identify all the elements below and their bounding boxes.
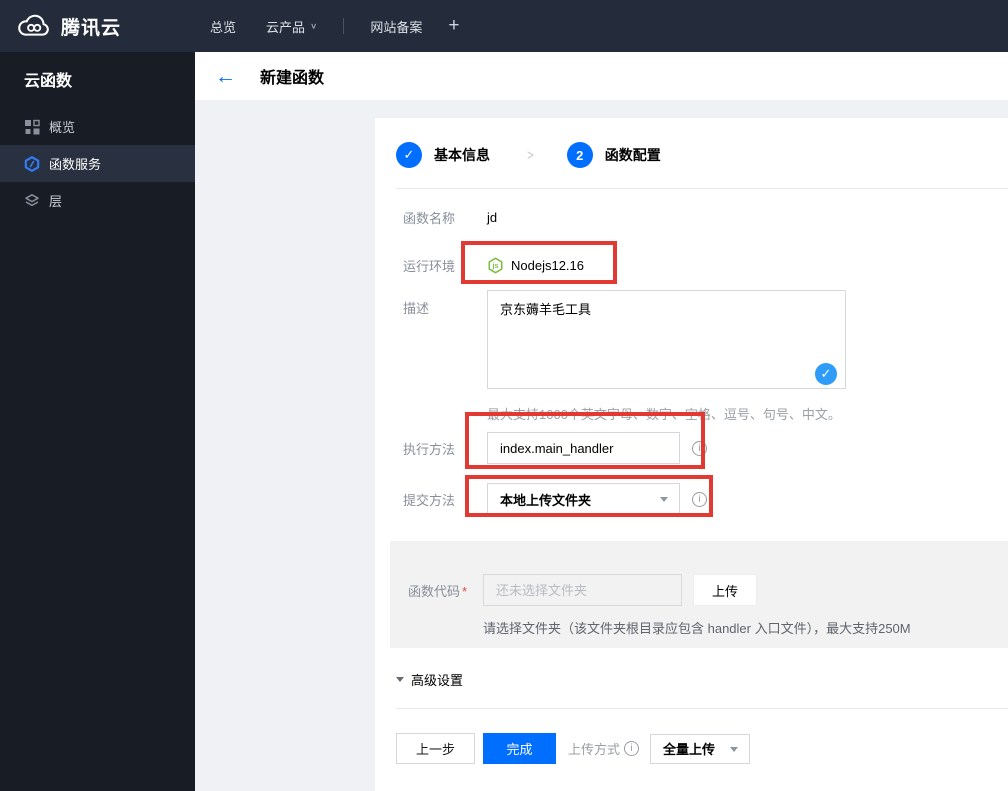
handler-input[interactable]	[487, 432, 680, 464]
submit-method-label: 提交方法	[403, 492, 456, 508]
handler-label: 执行方法	[403, 441, 456, 457]
description-field-wrap: 京东薅羊毛工具 ✓	[487, 290, 846, 394]
nav-item-overview[interactable]: 总览	[210, 17, 236, 36]
row-handler: 执行方法 i	[403, 432, 1008, 464]
advanced-caret-icon	[396, 677, 404, 682]
sidebar-item-layers[interactable]: 层	[0, 182, 195, 219]
runtime-value-text: Nodejs12.16	[511, 257, 584, 273]
layers-icon	[24, 193, 40, 209]
description-hint: 最大支持1000个英文字母、数字、空格、逗号、句号、中文。	[487, 407, 841, 422]
divider	[396, 708, 1008, 709]
step2-number: 2	[566, 142, 593, 168]
required-asterisk: *	[462, 583, 468, 599]
runtime-label: 运行环境	[403, 258, 456, 274]
function-name-label: 函数名称	[403, 210, 456, 226]
advanced-settings-label: 高级设置	[411, 673, 464, 688]
back-arrow-icon[interactable]: ←	[215, 66, 236, 87]
main-area: ← 新建函数 ✓ 基本信息 > 2 函数配置 函数名称 jd 运行环境 js N…	[195, 52, 1008, 791]
row-submit-method: 提交方法 本地上传文件夹 i	[403, 483, 1008, 515]
cloud-logo-icon	[16, 14, 52, 39]
upload-button[interactable]: 上传	[693, 574, 757, 606]
sidebar-item-function-service[interactable]: 函数服务	[0, 145, 195, 182]
nav-item-cloud-products[interactable]: 云产品 ∨	[266, 17, 317, 36]
advanced-settings-toggle[interactable]: 高级设置	[396, 672, 1008, 688]
step1-label: 基本信息	[434, 147, 490, 163]
tencent-cloud-logo[interactable]: 腾讯云	[0, 13, 180, 40]
previous-step-button[interactable]: 上一步	[396, 733, 475, 764]
topbar: 腾讯云 总览 云产品 ∨ 网站备案 +	[0, 0, 1008, 52]
dropdown-caret-icon	[660, 497, 668, 502]
step1-check-icon: ✓	[396, 142, 422, 168]
brand-name: 腾讯云	[61, 17, 122, 39]
upload-mode-select[interactable]: 全量上传	[650, 733, 751, 764]
dropdown-caret-icon	[730, 746, 739, 752]
divider	[396, 188, 1008, 189]
nodejs-icon: js	[487, 257, 504, 274]
caret-down-icon: ∨	[310, 21, 318, 31]
top-nav: 总览 云产品 ∨ 网站备案 +	[180, 15, 459, 37]
footer-actions: 上一步 完成 上传方式 i 全量上传	[396, 733, 1008, 764]
sidebar-item-overview[interactable]: 概览	[0, 108, 195, 145]
svg-text:js: js	[492, 262, 499, 270]
function-code-panel: 函数代码* 上传 请选择文件夹（该文件夹根目录应包含 handler 入口文件）…	[390, 541, 1008, 648]
row-function-name: 函数名称 jd	[403, 204, 1008, 230]
step2-label: 函数配置	[604, 147, 661, 163]
sidebar-item-label: 概览	[49, 120, 76, 135]
upload-mode-label: 上传方式	[568, 742, 621, 757]
row-function-code: 函数代码* 上传	[408, 574, 1008, 606]
page-header: ← 新建函数	[195, 52, 1008, 100]
description-textarea[interactable]: 京东薅羊毛工具	[487, 290, 846, 389]
description-label: 描述	[403, 301, 430, 316]
scf-hexagon-icon	[24, 155, 40, 172]
upload-mode-value: 全量上传	[663, 742, 716, 757]
handler-info-icon[interactable]: i	[692, 440, 707, 456]
create-function-card: ✓ 基本信息 > 2 函数配置 函数名称 jd 运行环境 js Nodejs12	[375, 118, 1008, 791]
valid-check-icon: ✓	[815, 363, 837, 385]
grid-icon	[24, 119, 40, 135]
submit-method-value: 本地上传文件夹	[500, 492, 592, 508]
page-title: 新建函数	[260, 70, 325, 87]
nav-item-website-icp[interactable]: 网站备案	[370, 17, 422, 36]
row-description: 描述 京东薅羊毛工具 ✓	[403, 290, 1008, 394]
sidebar-item-label: 函数服务	[49, 157, 102, 172]
add-tab-icon[interactable]: +	[448, 15, 459, 37]
submit-method-select[interactable]: 本地上传文件夹	[487, 483, 680, 515]
sidebar-item-label: 层	[49, 194, 63, 209]
row-runtime: 运行环境 js Nodejs12.16	[403, 245, 1008, 285]
folder-path-input[interactable]	[483, 574, 682, 606]
function-code-label: 函数代码 *	[408, 583, 468, 599]
sidebar: 云函数 概览 函数服务 层	[0, 52, 195, 791]
function-name-value: jd	[487, 209, 498, 225]
upload-mode: 上传方式 i	[568, 739, 640, 758]
submit-method-info-icon[interactable]: i	[692, 491, 707, 507]
function-code-hint: 请选择文件夹（该文件夹根目录应包含 handler 入口文件），最大支持250M	[483, 621, 911, 636]
nav-divider	[343, 18, 345, 34]
sidebar-title: 云函数	[24, 73, 73, 90]
step-indicator: ✓ 基本信息 > 2 函数配置	[396, 142, 1008, 168]
upload-mode-info-icon[interactable]: i	[624, 741, 640, 756]
chevron-right-icon: >	[527, 146, 534, 164]
finish-button[interactable]: 完成	[483, 733, 556, 764]
runtime-value: js Nodejs12.16	[487, 257, 584, 274]
